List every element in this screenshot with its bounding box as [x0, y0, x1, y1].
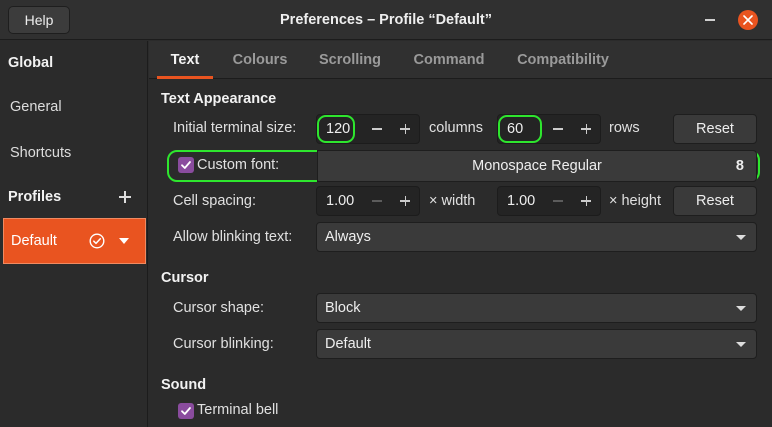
cursor-blinking-value: Default — [325, 336, 371, 352]
columns-decrement-icon[interactable] — [363, 115, 391, 143]
close-button[interactable] — [738, 10, 758, 30]
width-spinbutton[interactable]: 1.00 — [316, 186, 420, 216]
dropdown-arrow-icon — [736, 306, 746, 311]
rows-unit: rows — [609, 120, 640, 136]
reset-spacing-button[interactable]: Reset — [673, 186, 757, 216]
columns-increment-icon[interactable] — [391, 115, 419, 143]
font-name: Monospace Regular — [472, 158, 602, 174]
rows-increment-icon[interactable] — [572, 115, 600, 143]
sidebar-item-default-profile[interactable]: Default — [3, 218, 146, 264]
custom-font-checkbox[interactable] — [178, 157, 194, 173]
tab-compatibility[interactable]: Compatibility — [507, 41, 619, 79]
width-value[interactable]: 1.00 — [326, 187, 354, 215]
blinking-text-dropdown[interactable]: Always — [316, 222, 757, 252]
profile-menu-arrow-icon[interactable] — [119, 238, 129, 244]
default-profile-label: Default — [11, 233, 57, 249]
blinking-text-value: Always — [325, 229, 371, 245]
cursor-shape-label: Cursor shape: — [173, 300, 265, 316]
terminal-bell-checkbox[interactable] — [178, 403, 194, 419]
custom-font-label[interactable]: Custom font: — [197, 157, 279, 173]
height-decrement-icon[interactable] — [544, 187, 572, 215]
height-spinbutton[interactable]: 1.00 — [497, 186, 601, 216]
sidebar-header-profiles: Profiles — [0, 175, 148, 219]
text-appearance-heading: Text Appearance — [161, 91, 277, 107]
checkmark-icon — [181, 407, 191, 415]
tab-text[interactable]: Text — [157, 41, 213, 79]
sidebar-item-general[interactable]: General — [0, 85, 148, 129]
cursor-blinking-label: Cursor blinking: — [173, 336, 274, 352]
close-icon — [743, 15, 753, 25]
dropdown-arrow-icon — [736, 342, 746, 347]
cursor-shape-value: Block — [325, 300, 361, 316]
tab-command[interactable]: Command — [407, 41, 491, 79]
tab-colours[interactable]: Colours — [225, 41, 295, 79]
font-size: 8 — [735, 158, 744, 174]
cursor-shape-dropdown[interactable]: Block — [316, 293, 757, 323]
help-button[interactable]: Help — [8, 6, 70, 34]
height-value[interactable]: 1.00 — [507, 187, 535, 215]
font-chooser-button[interactable]: Monospace Regular 8 — [317, 150, 757, 182]
rows-highlight — [498, 115, 542, 143]
sidebar: Global General Shortcuts Profiles Defaul… — [0, 41, 148, 427]
height-increment-icon[interactable] — [572, 187, 600, 215]
text-settings-panel: Text Appearance Initial terminal size: 1… — [149, 79, 772, 427]
sidebar-header-global: Global — [8, 55, 54, 71]
default-check-icon — [89, 233, 105, 249]
sidebar-item-shortcuts[interactable]: Shortcuts — [0, 131, 148, 175]
width-unit: × width — [429, 193, 476, 209]
width-increment-icon[interactable] — [391, 187, 419, 215]
cell-spacing-label: Cell spacing: — [173, 193, 257, 209]
window-title: Preferences – Profile “Default” — [280, 12, 492, 28]
width-decrement-icon[interactable] — [363, 187, 391, 215]
tab-scrolling[interactable]: Scrolling — [311, 41, 389, 79]
profiles-label: Profiles — [8, 189, 62, 205]
blinking-text-label: Allow blinking text: — [173, 229, 293, 245]
terminal-size-label: Initial terminal size: — [173, 120, 297, 136]
height-unit: × height — [609, 193, 662, 209]
rows-decrement-icon[interactable] — [544, 115, 572, 143]
terminal-bell-label[interactable]: Terminal bell — [197, 402, 278, 418]
tab-bar: Text Colours Scrolling Command Compatibi… — [149, 41, 772, 79]
minimize-icon[interactable] — [705, 19, 715, 21]
columns-unit: columns — [429, 120, 483, 136]
sound-heading: Sound — [161, 377, 207, 393]
checkmark-icon — [181, 161, 191, 169]
reset-size-button[interactable]: Reset — [673, 114, 757, 144]
dropdown-arrow-icon — [736, 235, 746, 240]
add-profile-icon[interactable] — [117, 189, 133, 205]
cursor-heading: Cursor — [161, 270, 209, 286]
cursor-blinking-dropdown[interactable]: Default — [316, 329, 757, 359]
header-bar: Preferences – Profile “Default” Help — [0, 0, 772, 40]
columns-highlight — [317, 115, 355, 143]
